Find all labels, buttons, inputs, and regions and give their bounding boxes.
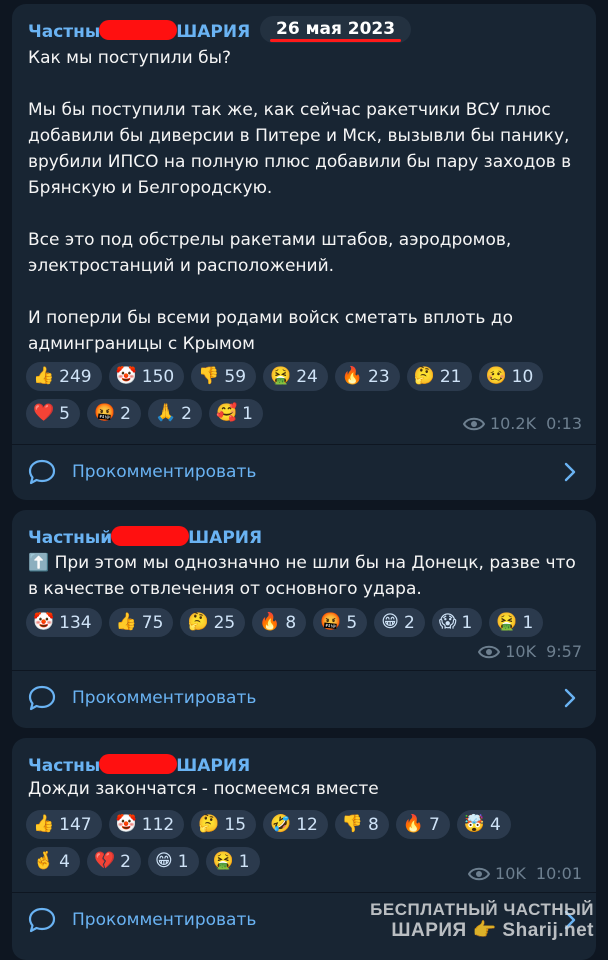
- thumbs-down-icon: 👎: [198, 366, 220, 386]
- eye-icon: [468, 867, 491, 880]
- reaction-like[interactable]: 👍 249: [26, 362, 102, 391]
- reaction-thinking[interactable]: 🤔 25: [180, 608, 246, 637]
- woozy-face-icon: 🥴: [485, 366, 507, 386]
- vomit-face-icon: 🤮: [496, 612, 518, 632]
- reaction-thinking[interactable]: 🤔 21: [406, 362, 472, 391]
- date-badge: 26 мая 2023: [260, 16, 412, 43]
- reaction-clown[interactable]: 🤡 134: [26, 608, 102, 637]
- message-meta: 10K 10:01: [468, 864, 582, 883]
- fire-icon: 🔥: [259, 612, 281, 632]
- reaction-crossed-fingers[interactable]: 🤞 4: [26, 847, 80, 876]
- reaction-vomit[interactable]: 🤮 1: [489, 608, 544, 637]
- reaction-fire[interactable]: 🔥 8: [252, 608, 307, 637]
- view-count: 10K: [495, 864, 526, 883]
- reaction-fire[interactable]: 🔥 23: [334, 362, 400, 391]
- message-card: Частны ШАРИЯ 26 мая 2023 Как мы поступили…: [12, 4, 596, 500]
- fire-icon: 🔥: [402, 814, 425, 834]
- underline-mark: [270, 39, 402, 42]
- message-text: Дожди закончатся - посмеемся вместе: [28, 779, 379, 799]
- screaming-face-icon: 😱: [438, 612, 457, 632]
- eye-icon: [478, 645, 501, 658]
- heart-icon: ❤️: [33, 403, 55, 423]
- thinking-face-icon: 🤔: [413, 366, 435, 386]
- vomit-face-icon: 🤮: [212, 851, 234, 871]
- redaction-mark: [99, 754, 178, 774]
- watermark: БЕСПЛАТНЫЙ ЧАСТНЫЙ ШАРИЯ 👉 Sharij.net: [370, 900, 594, 941]
- reaction-woozy[interactable]: 🥴 10: [478, 362, 544, 391]
- comment-bubble-icon: [28, 907, 56, 933]
- reaction-clown[interactable]: 🤡 112: [108, 810, 185, 839]
- reaction-like[interactable]: 👍 147: [26, 810, 102, 839]
- channel-name[interactable]: Частны ШАРИЯ: [28, 754, 250, 776]
- reaction-heart[interactable]: ❤️ 5: [26, 399, 80, 428]
- cursing-face-icon: 🤬: [94, 403, 116, 423]
- message-text: Как мы поступили бы? Мы бы поступили так…: [28, 48, 572, 354]
- message-meta: 10K 9:57: [478, 642, 582, 661]
- redaction-mark: [99, 20, 178, 40]
- thinking-face-icon: 🤔: [187, 612, 209, 632]
- grinning-face-icon: 😁: [381, 612, 399, 632]
- post-time: 10:01: [535, 864, 582, 883]
- reaction-mindblown[interactable]: 🤯 4: [456, 810, 511, 839]
- post-time: 9:57: [546, 642, 582, 661]
- reaction-vomit[interactable]: 🤮 24: [263, 362, 328, 391]
- channel-name[interactable]: Частны ШАРИЯ: [28, 20, 250, 42]
- vomit-face-icon: 🤮: [270, 366, 292, 386]
- fire-icon: 🔥: [341, 366, 364, 386]
- view-count: 10.2K: [489, 414, 537, 433]
- reaction-angry[interactable]: 🤬 2: [87, 399, 141, 428]
- comment-bubble-icon: [28, 459, 56, 485]
- reaction-dislike[interactable]: 👎 59: [191, 362, 257, 391]
- rofl-face-icon: 🤣: [270, 814, 292, 834]
- crossed-fingers-icon: 🤞: [33, 851, 55, 871]
- thumbs-up-icon: 👍: [33, 366, 55, 386]
- comment-bubble-icon: [28, 685, 56, 711]
- exploding-head-icon: 🤯: [463, 814, 486, 834]
- message-text: ⬆️ При этом мы однозначно не шли бы на Д…: [28, 553, 576, 599]
- broken-heart-icon: 💔: [94, 851, 116, 871]
- post-time: 0:13: [546, 414, 582, 433]
- reactions: 👍 147 🤡 112 🤔 15 🤣 12 👎 8 🔥 7 🤯 4 🤞 4 💔 2 😁 1 🤮 1: [26, 810, 518, 884]
- comment-label: Прокомментировать: [72, 910, 257, 930]
- clown-icon: 🤡: [33, 612, 55, 632]
- redaction-mark: [111, 526, 190, 546]
- thinking-face-icon: 🤔: [198, 814, 220, 834]
- reaction-grin[interactable]: 😁 1: [148, 847, 199, 876]
- praying-hands-icon: 🙏: [155, 403, 177, 423]
- reaction-love[interactable]: 🥰 1: [209, 399, 263, 428]
- reaction-grin[interactable]: 😁 2: [374, 608, 425, 637]
- thumbs-up-icon: 👍: [33, 814, 55, 834]
- eye-icon: [462, 417, 485, 430]
- reaction-clown[interactable]: 🤡 150: [108, 362, 185, 391]
- reaction-broken-heart[interactable]: 💔 2: [87, 847, 141, 876]
- comment-label: Прокомментировать: [72, 462, 257, 482]
- message-meta: 10.2K 0:13: [462, 414, 582, 433]
- reactions: 🤡 134 👍 75 🤔 25 🔥 8 🤬 5 😁 2 😱 1 🤮 1: [26, 608, 550, 645]
- chevron-right-icon: [564, 688, 576, 708]
- reaction-angry[interactable]: 🤬 5: [313, 608, 368, 637]
- view-count: 10K: [505, 642, 537, 661]
- reaction-like[interactable]: 👍 75: [108, 608, 174, 637]
- comment-label: Прокомментировать: [72, 688, 257, 708]
- clown-icon: 🤡: [115, 814, 137, 834]
- chevron-right-icon: [564, 462, 576, 482]
- reaction-fire[interactable]: 🔥 7: [395, 810, 450, 839]
- comment-button[interactable]: Прокомментировать: [12, 444, 596, 500]
- reaction-pray[interactable]: 🙏 2: [148, 399, 202, 428]
- clown-icon: 🤡: [115, 366, 137, 386]
- grinning-face-icon: 😁: [155, 851, 173, 871]
- comment-button[interactable]: Прокомментировать: [12, 670, 596, 726]
- reaction-dislike[interactable]: 👎 8: [334, 810, 389, 839]
- reaction-vomit[interactable]: 🤮 1: [205, 847, 260, 876]
- thumbs-up-icon: 👍: [115, 612, 137, 632]
- thumbs-down-icon: 👎: [341, 814, 364, 834]
- cursing-face-icon: 🤬: [320, 612, 342, 632]
- smiling-hearts-icon: 🥰: [216, 403, 238, 423]
- message-card: Частный ШАРИЯ ⬆️ При этом мы однозначно н…: [12, 510, 596, 728]
- channel-name[interactable]: Частный ШАРИЯ: [28, 526, 262, 548]
- reaction-scream[interactable]: 😱 1: [431, 608, 483, 637]
- reaction-rofl[interactable]: 🤣 12: [263, 810, 328, 839]
- reaction-thinking[interactable]: 🤔 15: [191, 810, 257, 839]
